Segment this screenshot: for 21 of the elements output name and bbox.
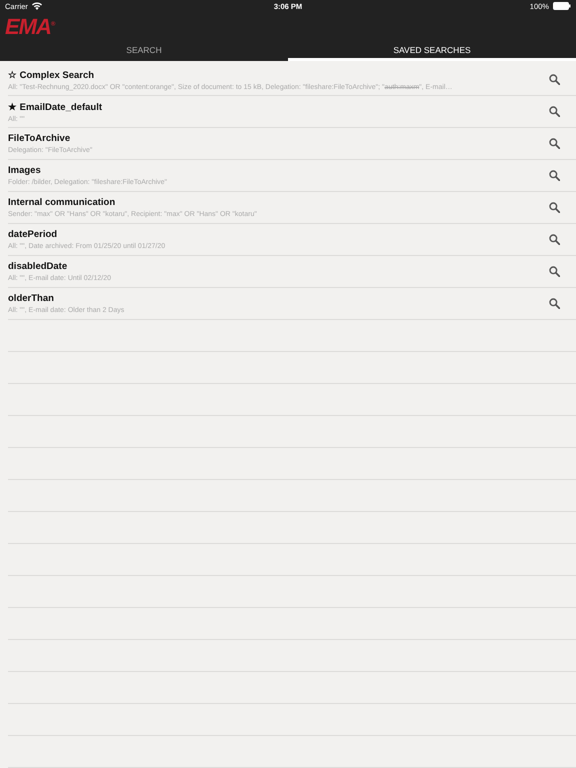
search-icon[interactable] <box>549 202 560 213</box>
search-title: disabledDate <box>8 261 68 272</box>
search-title: Images <box>8 165 42 176</box>
search-title: datePeriod <box>8 229 58 240</box>
search-icon[interactable] <box>549 298 560 309</box>
tab[interactable]: SAVED SEARCHES <box>288 42 576 61</box>
wifi-icon <box>32 2 42 10</box>
search-icon[interactable] <box>549 106 560 117</box>
search-title: ☆ Complex Search <box>8 68 96 80</box>
search-title: Internal communication <box>8 197 116 208</box>
search-icon[interactable] <box>549 170 560 181</box>
search-icon[interactable] <box>549 138 560 149</box>
search-icon[interactable] <box>549 234 560 245</box>
battery-icon <box>552 2 571 10</box>
logo: EMA$^{®}$ <box>5 16 54 38</box>
search-icon[interactable] <box>549 74 560 85</box>
search-title: ★ EmailDate_default <box>8 100 103 112</box>
tab[interactable]: SEARCH <box>0 42 288 61</box>
search-icon[interactable] <box>549 266 560 277</box>
search-title: FileToArchive <box>8 133 72 144</box>
search-title: olderThan <box>8 293 55 304</box>
